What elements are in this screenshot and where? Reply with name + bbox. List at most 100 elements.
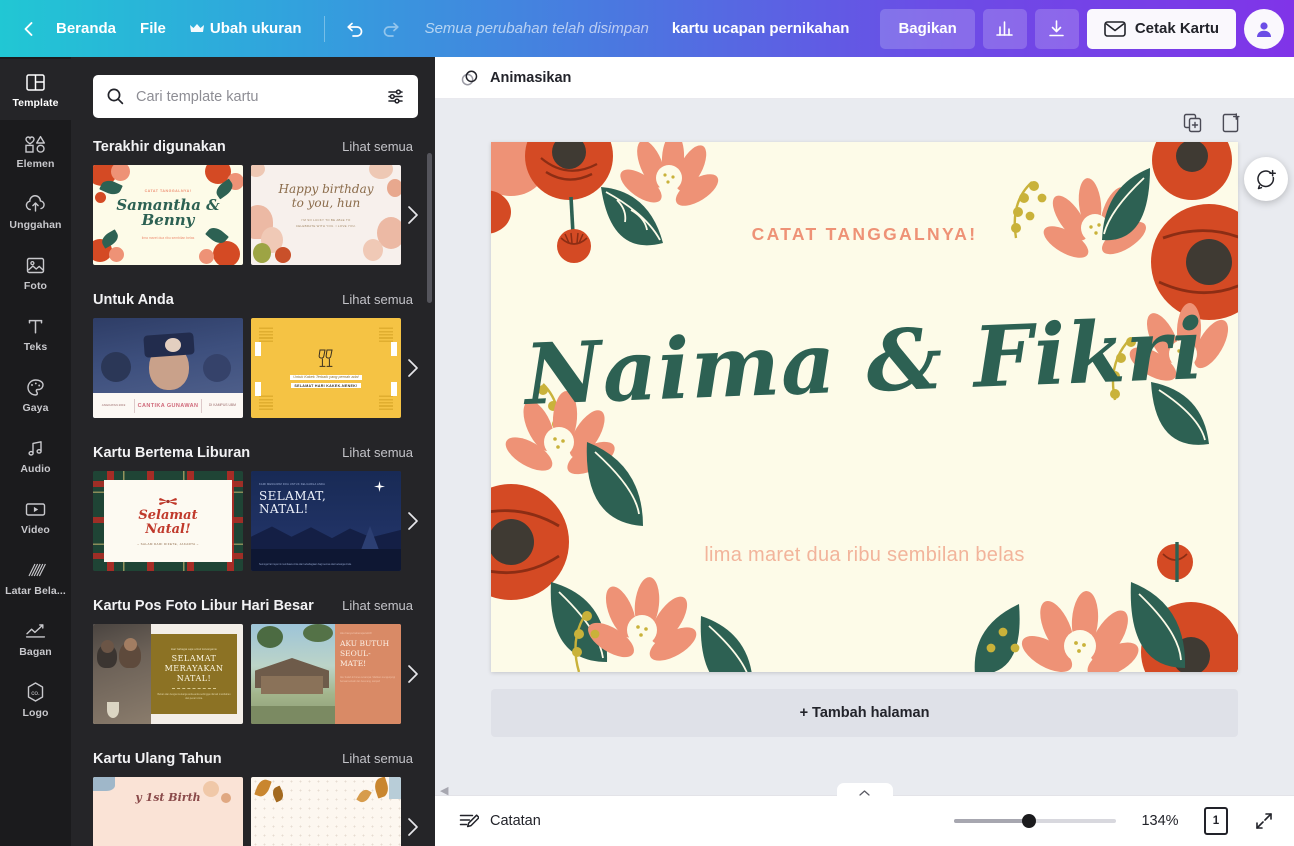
notes-icon — [458, 811, 479, 832]
canvas-area[interactable]: CATAT TANGGALNYA! Naima & Fikri lima mar… — [435, 99, 1294, 795]
thumb-title-2: NATAL! — [259, 502, 309, 517]
panel-scrollbar[interactable] — [427, 153, 432, 303]
row-next-recent[interactable] — [399, 202, 425, 228]
thumb-christmas-plaid-card[interactable]: Selamat Natal! ~ SALAM DARI DIFETE, JAKA… — [93, 471, 243, 571]
card-eyebrow-text[interactable]: CATAT TANGGALNYA! — [491, 224, 1238, 245]
card-canvas-page[interactable]: CATAT TANGGALNYA! Naima & Fikri lima mar… — [491, 142, 1238, 672]
sidebar-item-teks[interactable]: Teks — [0, 303, 71, 364]
see-all-birthday[interactable]: Lihat semua — [342, 751, 413, 766]
collapse-panel-tab[interactable] — [836, 783, 893, 798]
row-next-holiday[interactable] — [399, 508, 425, 534]
file-menu-button[interactable]: File — [128, 13, 178, 44]
see-all-for-you[interactable]: Lihat semua — [342, 292, 413, 307]
thumb-script-1: Happy birthday — [278, 182, 374, 196]
zoom-value[interactable]: 134% — [1138, 813, 1182, 829]
row-next-birthday[interactable] — [399, 814, 425, 840]
sliders-icon[interactable] — [386, 87, 405, 106]
section-header-recent: Terakhir digunakan Lihat semua — [93, 128, 435, 165]
animate-toolbar: Animasikan — [435, 57, 1294, 99]
thumb-grandparents-day-card[interactable]: Untuk Kakek Terbaik yang pernah ada! SEL… — [251, 318, 401, 418]
thumb-graduation-photo-card[interactable]: ANGKATAN 2019 CANTIKA GUNAWAN DI KAMPUS … — [93, 318, 243, 418]
cloud-upload-icon — [24, 193, 47, 216]
sidebar-item-template[interactable]: Template — [0, 59, 71, 120]
print-card-button[interactable]: Cetak Kartu — [1086, 8, 1237, 49]
thumb-footer: I'M SO LUCKY TO BE ABLE TO CELEBRATE WIT… — [295, 218, 357, 228]
zoom-controls: 134% 1 — [954, 807, 1278, 835]
card-date-text[interactable]: lima maret dua ribu sembilan belas — [491, 542, 1238, 569]
avatar[interactable] — [1244, 8, 1285, 49]
search-input[interactable] — [136, 88, 375, 105]
sidebar-item-audio[interactable]: Audio — [0, 425, 71, 486]
section-header-for-you: Untuk Anda Lihat semua — [93, 281, 435, 318]
music-note-icon — [25, 437, 46, 460]
notes-button[interactable]: Catatan — [450, 805, 549, 838]
sidebar-label-latar-belakang: Latar Bela... — [5, 584, 66, 597]
thumb-wedding-floral-card[interactable]: CATAT TANGGALNYA! Samantha & Benny lima … — [93, 165, 243, 265]
thumb-footer: Aku Sudah di Korea tersampai. Silahkan m… — [340, 677, 396, 684]
row-next-photo-postcards[interactable] — [399, 661, 425, 687]
section-title-holiday: Kartu Bertema Liburan — [93, 445, 251, 461]
thumb-holiday-couple-postcard[interactable]: Hari bahagia saja untuk keluargamu SELAM… — [93, 624, 243, 724]
document-title[interactable]: kartu ucapan pernikahan — [662, 13, 860, 44]
sidebar-item-video[interactable]: Video — [0, 486, 71, 547]
triangle-left-icon[interactable]: ◀ — [440, 784, 448, 797]
top-header-bar: Beranda File Ubah ukuran Semua perubahan… — [0, 0, 1294, 57]
sidebar-item-elemen[interactable]: Elemen — [0, 120, 71, 181]
thumb-happy-birthday-card[interactable]: Happy birthday to you, hun I'M SO LUCKY … — [251, 165, 401, 265]
thumb-nativity-night-card[interactable]: KAMI MENGIRIM DOA UNTUK KELUARGA ANDA SE… — [251, 471, 401, 571]
page-count-button[interactable]: 1 — [1204, 807, 1228, 835]
download-button[interactable] — [1034, 8, 1079, 49]
sidebar-item-unggahan[interactable]: Unggahan — [0, 181, 71, 242]
zoom-slider[interactable] — [954, 814, 1116, 828]
share-button[interactable]: Bagikan — [880, 8, 975, 49]
thumb-seoul-travel-postcard[interactable]: Aku hanya beberapa lebih! AKU BUTUH SEOU… — [251, 624, 401, 724]
palette-icon — [25, 376, 46, 399]
stats-button[interactable] — [982, 8, 1027, 49]
expand-arrows-icon — [1253, 810, 1275, 832]
section-title-birthday: Kartu Ulang Tahun — [93, 751, 222, 767]
comment-button[interactable] — [1244, 157, 1288, 201]
duplicate-page-icon[interactable] — [1182, 112, 1204, 134]
expand-button[interactable] — [1250, 807, 1278, 835]
shapes-icon — [24, 132, 47, 155]
home-button[interactable]: Beranda — [44, 13, 128, 44]
thumb-tag-2: CANTIKA GUNAWAN — [137, 402, 199, 409]
thumb-eyebrow: CATAT TANGGALNYA! — [144, 188, 192, 193]
search-box[interactable] — [93, 75, 418, 118]
zoom-slider-knob[interactable] — [1021, 814, 1036, 828]
sidebar-item-bagan[interactable]: Bagan — [0, 608, 71, 669]
row-next-for-you[interactable] — [399, 355, 425, 381]
thumb-autumn-birthday-card[interactable] — [251, 777, 401, 846]
resize-button[interactable]: Ubah ukuran — [178, 13, 314, 44]
thumb-footer: Semoga hari raya ini membawa cinta dan k… — [259, 562, 352, 566]
add-page-button[interactable]: + Tambah halaman — [491, 689, 1238, 737]
panel-scroll-region[interactable]: Terakhir digunakan Lihat semua CATAT TAN… — [71, 128, 435, 846]
section-title-recent: Terakhir digunakan — [93, 139, 226, 155]
sidebar-label-unggahan: Unggahan — [9, 218, 62, 231]
notes-label: Catatan — [490, 813, 541, 829]
add-page-icon[interactable] — [1220, 112, 1242, 134]
sidebar-item-logo[interactable]: co. Logo — [0, 669, 71, 730]
thumb-script-2: Natal! — [145, 521, 191, 537]
hatch-pattern-icon — [25, 559, 46, 582]
see-all-recent[interactable]: Lihat semua — [342, 139, 413, 154]
thumb-title-3: NATAL! — [176, 673, 212, 683]
crown-icon — [189, 23, 204, 34]
section-header-holiday: Kartu Bertema Liburan Lihat semua — [93, 434, 435, 471]
left-rail: Template Elemen Unggahan Foto Teks Gaya … — [0, 57, 71, 846]
download-icon — [1046, 18, 1067, 39]
section-title-photo-postcards: Kartu Pos Foto Libur Hari Besar — [93, 598, 314, 614]
see-all-photo-postcards[interactable]: Lihat semua — [342, 598, 413, 613]
see-all-holiday[interactable]: Lihat semua — [342, 445, 413, 460]
undo-button[interactable] — [335, 10, 373, 48]
back-button[interactable] — [14, 14, 44, 44]
thumb-first-birthday-card[interactable]: y 1st Birth — [93, 777, 243, 846]
redo-button[interactable] — [373, 10, 411, 48]
template-row-for-you: ANGKATAN 2019 CANTIKA GUNAWAN DI KAMPUS … — [93, 318, 435, 418]
card-page-wrapper: CATAT TANGGALNYA! Naima & Fikri lima mar… — [491, 142, 1238, 737]
sidebar-item-latar-belakang[interactable]: Latar Bela... — [0, 547, 71, 608]
share-label: Bagikan — [898, 20, 957, 37]
sidebar-item-foto[interactable]: Foto — [0, 242, 71, 303]
sidebar-item-gaya[interactable]: Gaya — [0, 364, 71, 425]
animate-button[interactable]: Animasikan — [452, 63, 579, 93]
